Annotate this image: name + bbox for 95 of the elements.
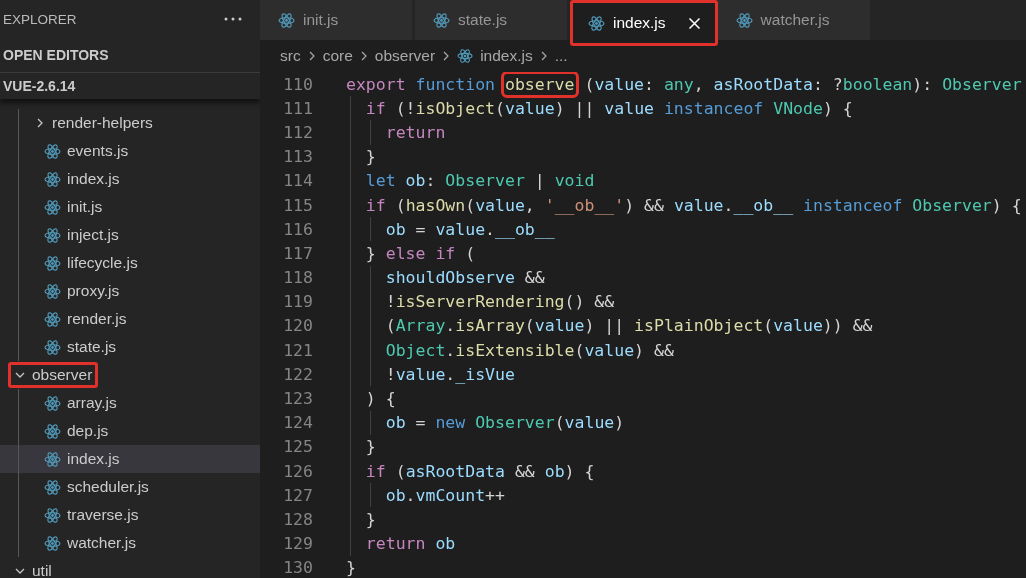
code-line: return [384,122,446,142]
file-item[interactable]: events.js [0,137,260,165]
atom-icon [44,478,61,496]
file-item[interactable]: proxy.js [0,277,260,305]
atom-icon [735,11,753,29]
code-line: } [364,509,376,529]
editor-tab[interactable]: index.js [570,0,718,46]
code-line: } else if ( [364,243,476,263]
atom-icon [44,282,61,300]
atom-icon [44,170,61,188]
line-number: 115 [282,195,313,215]
editor-tab[interactable]: watcher.js [717,0,873,40]
file-item[interactable]: render.js [0,305,260,333]
breadcrumb-item[interactable]: observer [374,47,436,65]
atom-icon [44,142,61,160]
file-item[interactable]: state.js [0,333,260,361]
more-icon[interactable] [224,17,242,21]
line-number: 130 [282,558,313,578]
atom-icon [588,14,605,32]
line-number: 118 [282,268,313,288]
atom-icon [44,450,61,468]
folder-item[interactable]: observer [0,361,260,389]
code-line: !value._isVue [384,364,515,384]
code-line: } [364,147,376,167]
code-line: return ob [364,534,456,554]
line-number: 111 [282,98,313,118]
line-number: 124 [282,413,313,433]
atom-icon [44,338,61,356]
code-line: if (!isObject(value) || value instanceof VNode) { [364,98,853,118]
line-number: 119 [282,292,313,312]
file-item[interactable]: index.js [0,445,260,473]
atom-icon [433,11,450,29]
code-line: if (asRootData && ob) { [364,461,595,481]
line-number: 125 [282,437,313,457]
code-line: !isServerRendering() && [384,292,615,312]
code-line: } [364,437,376,457]
project-header[interactable]: VUE-2.6.14 [0,72,260,99]
editor-tab[interactable]: state.js [415,0,570,40]
atom-icon [44,506,61,524]
file-item[interactable]: watcher.js [0,529,260,557]
file-item[interactable]: array.js [0,389,260,417]
atom-icon [457,48,474,64]
code-line: ob.vmCount++ [384,485,505,505]
line-number: 129 [282,534,313,554]
breadcrumb-item[interactable]: src [280,47,301,65]
line-number: 117 [282,243,313,263]
line-number: 110 [282,74,313,94]
code-line: let ob: Observer | void [364,171,595,191]
line-number: 114 [282,171,313,191]
open-editors-header[interactable]: OPEN EDITORS [3,47,109,63]
atom-icon [44,226,61,244]
chevron-icon [307,50,316,62]
file-item[interactable]: index.js [0,165,260,193]
code-line: if (hasOwn(value, '__ob__') && value.__ob__ instanceof Observer) { [364,195,1022,215]
chevron-icon [539,50,548,62]
line-number: 123 [282,389,313,409]
breadcrumb-item[interactable]: ... [554,47,568,65]
line-number: 113 [282,147,313,167]
atom-icon [44,534,61,552]
chevron-icon [359,50,368,62]
line-number: 121 [282,340,313,360]
code-line: (Array.isArray(value) || isPlainObject(value)) && [384,316,873,336]
atom-icon [44,310,61,328]
folder-item[interactable]: util [0,557,260,578]
file-item[interactable]: traverse.js [0,501,260,529]
chevron-icon [442,50,451,62]
code-line: } [346,558,356,578]
file-item[interactable]: scheduler.js [0,473,260,501]
atom-icon [44,422,61,440]
code-line: ob = value.__ob__ [384,219,555,239]
line-number: 112 [282,122,313,142]
line-number: 128 [282,509,313,529]
file-item[interactable]: inject.js [0,221,260,249]
line-number: 126 [282,461,313,481]
explorer-title: EXPLORER [3,11,77,27]
file-item[interactable]: init.js [0,193,260,221]
editor-tab[interactable]: init.js [260,0,415,40]
folder-item[interactable]: render-helpers [0,109,260,137]
code-line: ob = new Observer(value) [384,413,625,433]
atom-icon [44,254,61,272]
line-number: 116 [282,219,313,239]
code-line: shouldObserve && [384,268,545,288]
close-icon[interactable] [687,16,701,30]
line-number: 120 [282,316,313,336]
line-number: 127 [282,485,313,505]
atom-icon [44,198,61,216]
atom-icon [44,394,61,412]
code-line: Object.isExtensible(value) && [384,340,674,360]
file-item[interactable]: lifecycle.js [0,249,260,277]
code-line: ) { [364,389,396,409]
line-number: 122 [282,364,313,384]
breadcrumb-item[interactable]: index.js [480,47,533,65]
atom-icon [278,11,295,29]
breadcrumb-item[interactable]: core [322,47,353,65]
file-item[interactable]: dep.js [0,417,260,445]
